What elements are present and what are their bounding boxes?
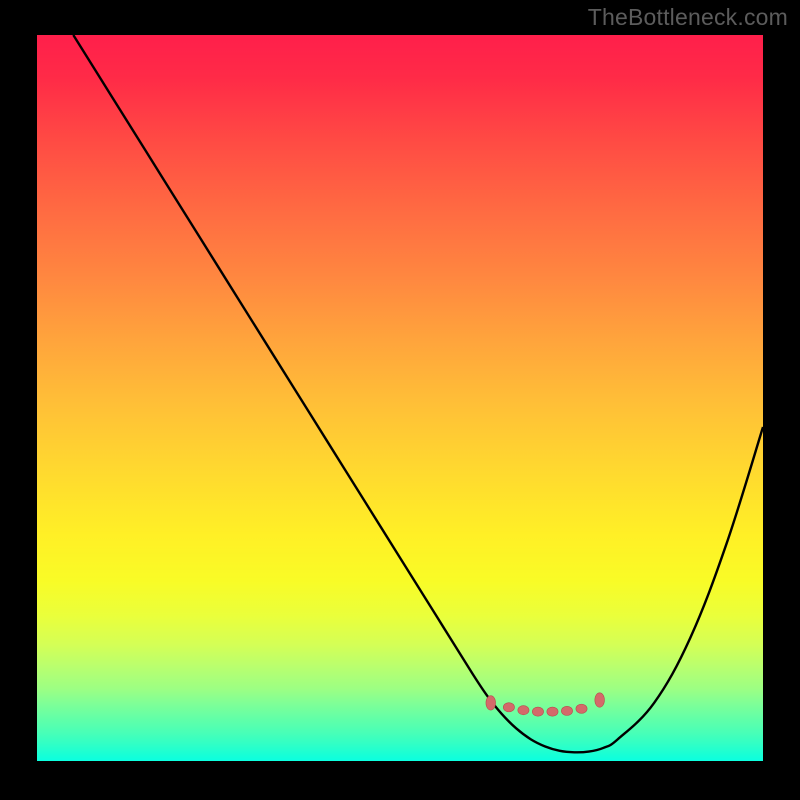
optimum-markers	[486, 693, 605, 716]
optimum-marker	[486, 696, 496, 710]
curve-layer	[37, 35, 763, 761]
bottleneck-curve	[73, 35, 763, 752]
optimum-marker	[576, 704, 587, 713]
chart-frame: TheBottleneck.com	[0, 0, 800, 800]
optimum-marker	[561, 706, 572, 715]
optimum-marker	[595, 693, 605, 707]
plot-area	[37, 35, 763, 761]
optimum-marker	[518, 706, 529, 715]
optimum-marker	[532, 707, 543, 716]
optimum-marker	[503, 703, 514, 712]
optimum-marker	[547, 707, 558, 716]
watermark-text: TheBottleneck.com	[588, 4, 788, 31]
